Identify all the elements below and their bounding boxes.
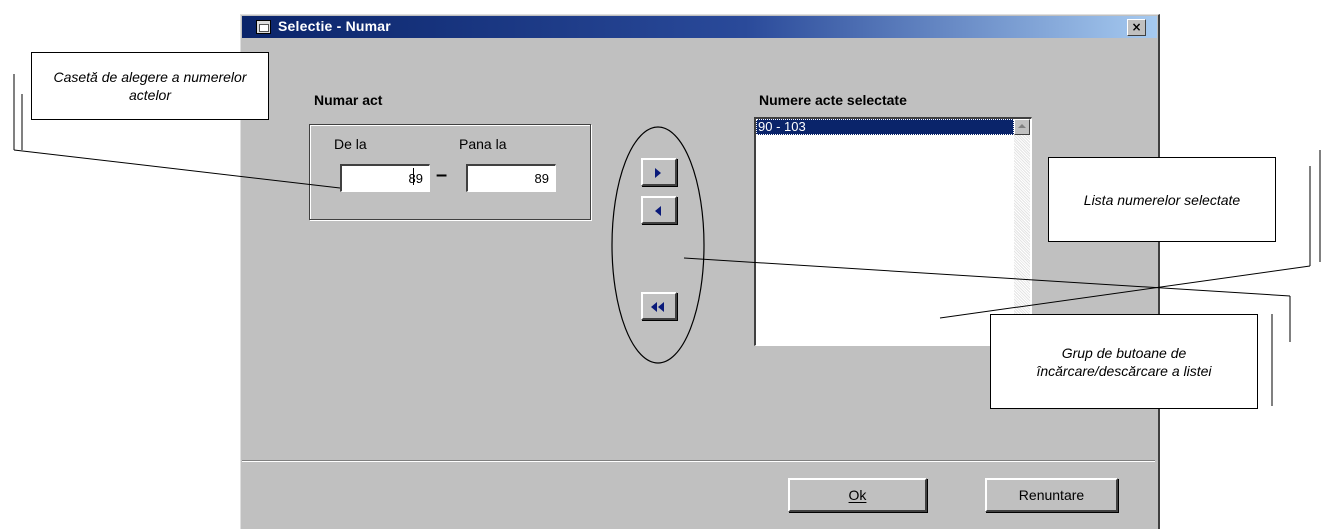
annotation-lines (13, 74, 1321, 406)
